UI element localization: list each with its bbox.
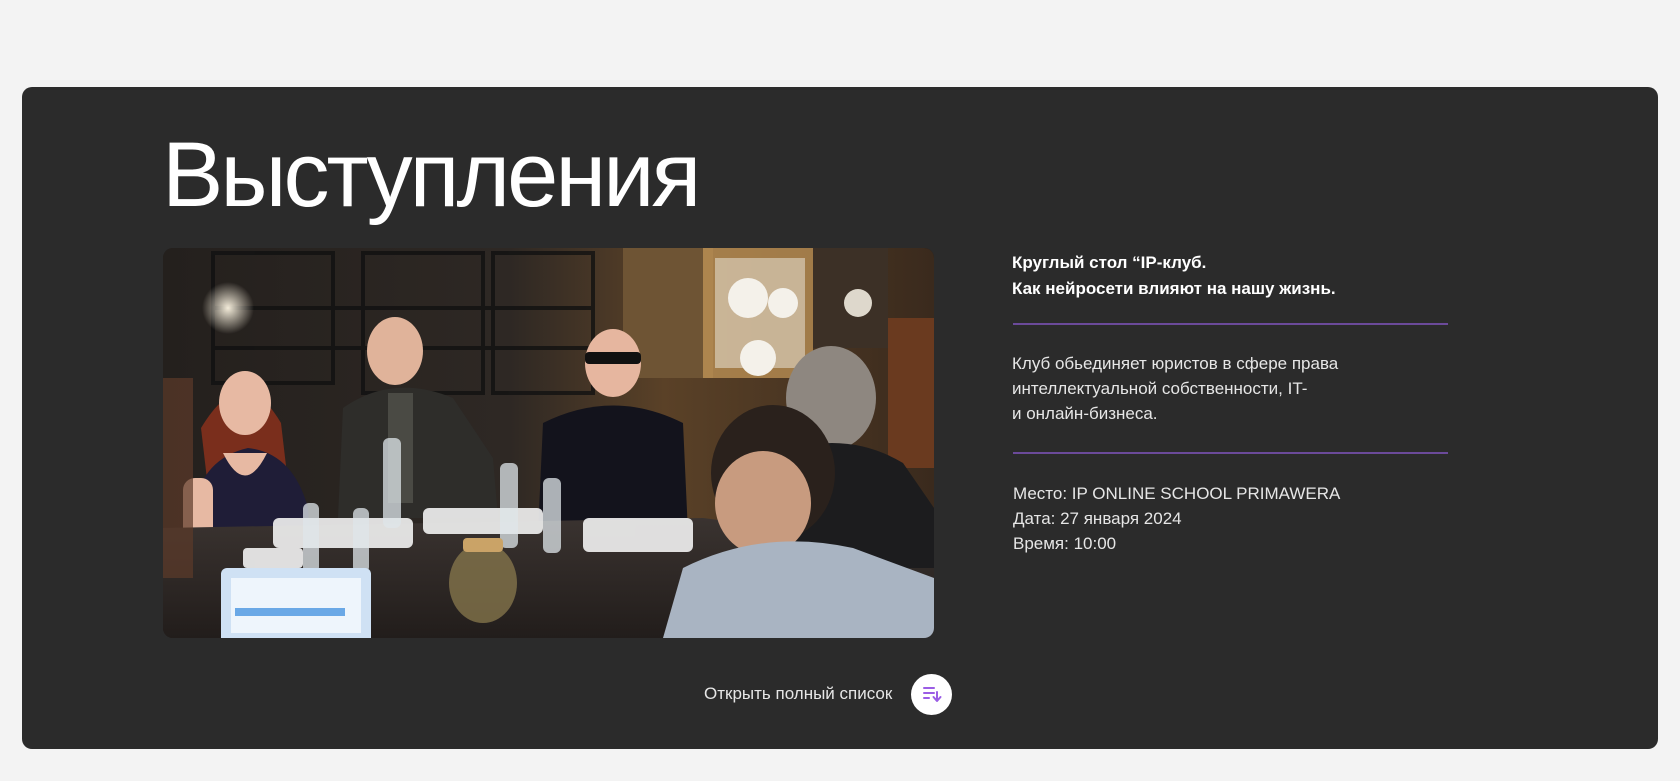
open-full-list-label[interactable]: Открыть полный список: [704, 684, 892, 704]
section-title: Выступления: [162, 124, 701, 226]
open-full-list-link[interactable]: Открыть полный список: [704, 673, 953, 715]
event-description: Клуб обьединяет юристов в сфере права ин…: [1012, 354, 1339, 423]
divider: [1013, 323, 1448, 325]
event-meta: Место: IP ONLINE SCHOOL PRIMAWERA Дата: …: [1013, 481, 1453, 556]
event-photo: [163, 248, 934, 638]
divider: [1013, 452, 1448, 454]
event-place: Место: IP ONLINE SCHOOL PRIMAWERA: [1013, 484, 1341, 503]
event-time: Время: 10:00: [1013, 534, 1117, 553]
playlist-down-icon: [922, 687, 942, 702]
open-full-list-button[interactable]: [911, 673, 953, 715]
event-date: Дата: 27 января 2024: [1013, 509, 1182, 528]
event-title: Круглый стол “IP-клуб. Как нейросети вли…: [1012, 253, 1336, 298]
